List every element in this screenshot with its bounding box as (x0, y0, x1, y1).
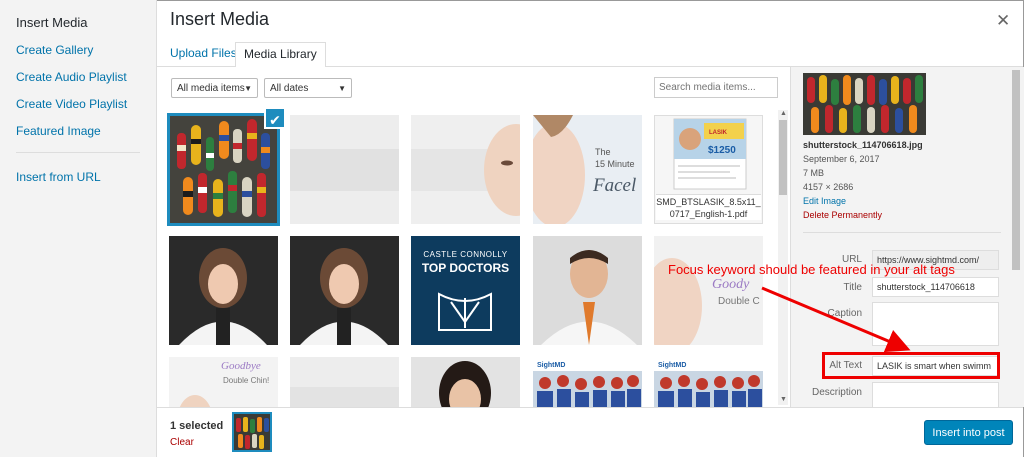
sidebar-item-create-gallery[interactable]: Create Gallery (16, 43, 93, 57)
attachment-thumbnail[interactable] (290, 357, 399, 407)
sidebar-item-featured-image[interactable]: Featured Image (16, 124, 101, 138)
svg-text:SightMD: SightMD (658, 362, 686, 369)
svg-text:Facel: Facel (592, 175, 636, 196)
attachment-thumbnail[interactable]: Goodbye Double Chin! (169, 357, 278, 407)
svg-text:SightMD: SightMD (537, 362, 565, 369)
tab-media-library[interactable]: Media Library (235, 42, 326, 68)
selected-check-icon[interactable]: ✔ (264, 107, 286, 129)
alt-text-highlight-box (822, 352, 1000, 379)
title-field[interactable]: shutterstock_114706618 (872, 277, 999, 297)
chevron-down-icon: ▼ (338, 84, 346, 93)
edit-image-link[interactable]: Edit Image (803, 196, 846, 206)
attachment-thumbnail[interactable]: Goody Double C (654, 236, 763, 345)
details-thumbnail (803, 73, 926, 135)
caption-textarea[interactable] (872, 302, 999, 346)
attachment-thumbnail-pdf[interactable]: LASIK $1250 SMD_BTSLASIK_8.5x11_0717_Eng… (654, 115, 763, 224)
svg-text:Double C: Double C (718, 296, 760, 307)
search-media-input[interactable] (654, 77, 778, 98)
attachment-thumbnail[interactable] (411, 115, 520, 224)
castle-connolly-line2: TOP DOCTORS (421, 261, 510, 275)
attachment-thumbnail[interactable] (290, 236, 399, 345)
buoys-image (169, 115, 278, 224)
media-sidebar (0, 0, 157, 457)
svg-text:$1250: $1250 (708, 145, 736, 156)
tab-upload-files[interactable]: Upload Files (162, 42, 245, 65)
attachment-thumbnail[interactable]: The 15 Minute Facel (533, 115, 642, 224)
caption-label: Caption (827, 308, 862, 319)
face-crop-image (411, 115, 520, 224)
description-textarea[interactable] (872, 382, 999, 408)
date-filter[interactable]: All dates ▼ (264, 78, 352, 98)
attachment-thumbnail[interactable] (533, 236, 642, 345)
details-divider (803, 232, 1001, 233)
pdf-filename: SMD_BTSLASIK_8.5x11_0717_English-1.pdf (656, 194, 761, 220)
svg-text:Goodbye: Goodbye (221, 360, 261, 372)
delete-permanently-link[interactable]: Delete Permanently (803, 210, 882, 220)
insert-into-post-button[interactable]: Insert into post (924, 420, 1013, 445)
goodbye-chin-image: Goodbye Double Chin! (169, 357, 278, 407)
blank-gray-image (290, 357, 399, 407)
attachment-thumbnail[interactable] (290, 115, 399, 224)
date-filter-value: All dates (270, 83, 309, 94)
castle-connolly-line1: CASTLE CONNOLLY (423, 250, 508, 259)
doctor-woman-image (290, 236, 399, 345)
attachment-thumbnail[interactable] (167, 113, 280, 226)
scroll-down-icon[interactable]: ▼ (780, 396, 787, 403)
sidebar-item-insert-from-url[interactable]: Insert from URL (16, 170, 101, 184)
attachment-thumbnail[interactable] (169, 236, 278, 345)
sidebar-item-insert-media[interactable]: Insert Media (16, 15, 88, 30)
title-label: Title (843, 282, 862, 293)
doctor-woman-image (169, 236, 278, 345)
svg-text:The: The (595, 147, 611, 157)
facelift-image: The 15 Minute Facel (533, 115, 642, 224)
doctor-man-image (533, 236, 642, 345)
attachment-thumbnail[interactable]: CASTLE CONNOLLY TOP DOCTORS (411, 236, 520, 345)
goodbye-chin-image: Goody Double C (654, 236, 763, 345)
buoys-image (803, 73, 926, 135)
details-date: September 6, 2017 (803, 154, 880, 164)
svg-text:Goody: Goody (712, 277, 750, 292)
modal-title: Insert Media (170, 9, 270, 29)
attachment-thumbnail[interactable] (411, 357, 520, 407)
crowd-image: SightMD (654, 357, 763, 407)
sidebar-item-create-video-playlist[interactable]: Create Video Playlist (16, 97, 127, 111)
details-dimensions: 4157 × 2686 (803, 182, 854, 192)
clear-selection-link[interactable]: Clear (170, 437, 194, 448)
blank-gray-image (290, 115, 399, 224)
svg-text:LASIK: LASIK (709, 130, 728, 136)
annotation-text: Focus keyword should be featured in your… (668, 262, 955, 277)
description-label: Description (811, 387, 862, 398)
details-size: 7 MB (803, 168, 825, 178)
selection-count: 1 selected (170, 420, 224, 432)
buoys-image (234, 414, 270, 450)
sidebar-item-create-audio-playlist[interactable]: Create Audio Playlist (16, 70, 127, 84)
media-type-filter[interactable]: All media items ▼ (171, 78, 258, 98)
woman-portrait-image (411, 357, 520, 407)
attachment-thumbnail[interactable]: SightMD (533, 357, 642, 407)
crowd-image: SightMD (533, 357, 642, 407)
media-grid-scrollbar-thumb[interactable] (779, 120, 787, 195)
attachments-grid: The 15 Minute Facel LASIK $1250 SMD_BTSL… (166, 112, 774, 407)
svg-text:15 Minute: 15 Minute (595, 159, 635, 169)
details-scrollbar-thumb[interactable] (1012, 70, 1020, 270)
chevron-down-icon: ▼ (244, 84, 252, 93)
media-toolbar (157, 407, 1023, 457)
svg-text:Double Chin!: Double Chin! (223, 376, 269, 385)
selection-thumbnail[interactable] (232, 412, 272, 452)
media-type-filter-value: All media items (177, 83, 245, 94)
attachment-thumbnail[interactable]: SightMD (654, 357, 763, 407)
close-icon[interactable]: ✕ (996, 11, 1010, 31)
details-filename: shutterstock_114706618.jpg (803, 140, 923, 150)
sidebar-divider (16, 152, 140, 153)
scroll-up-icon[interactable]: ▲ (780, 110, 787, 117)
